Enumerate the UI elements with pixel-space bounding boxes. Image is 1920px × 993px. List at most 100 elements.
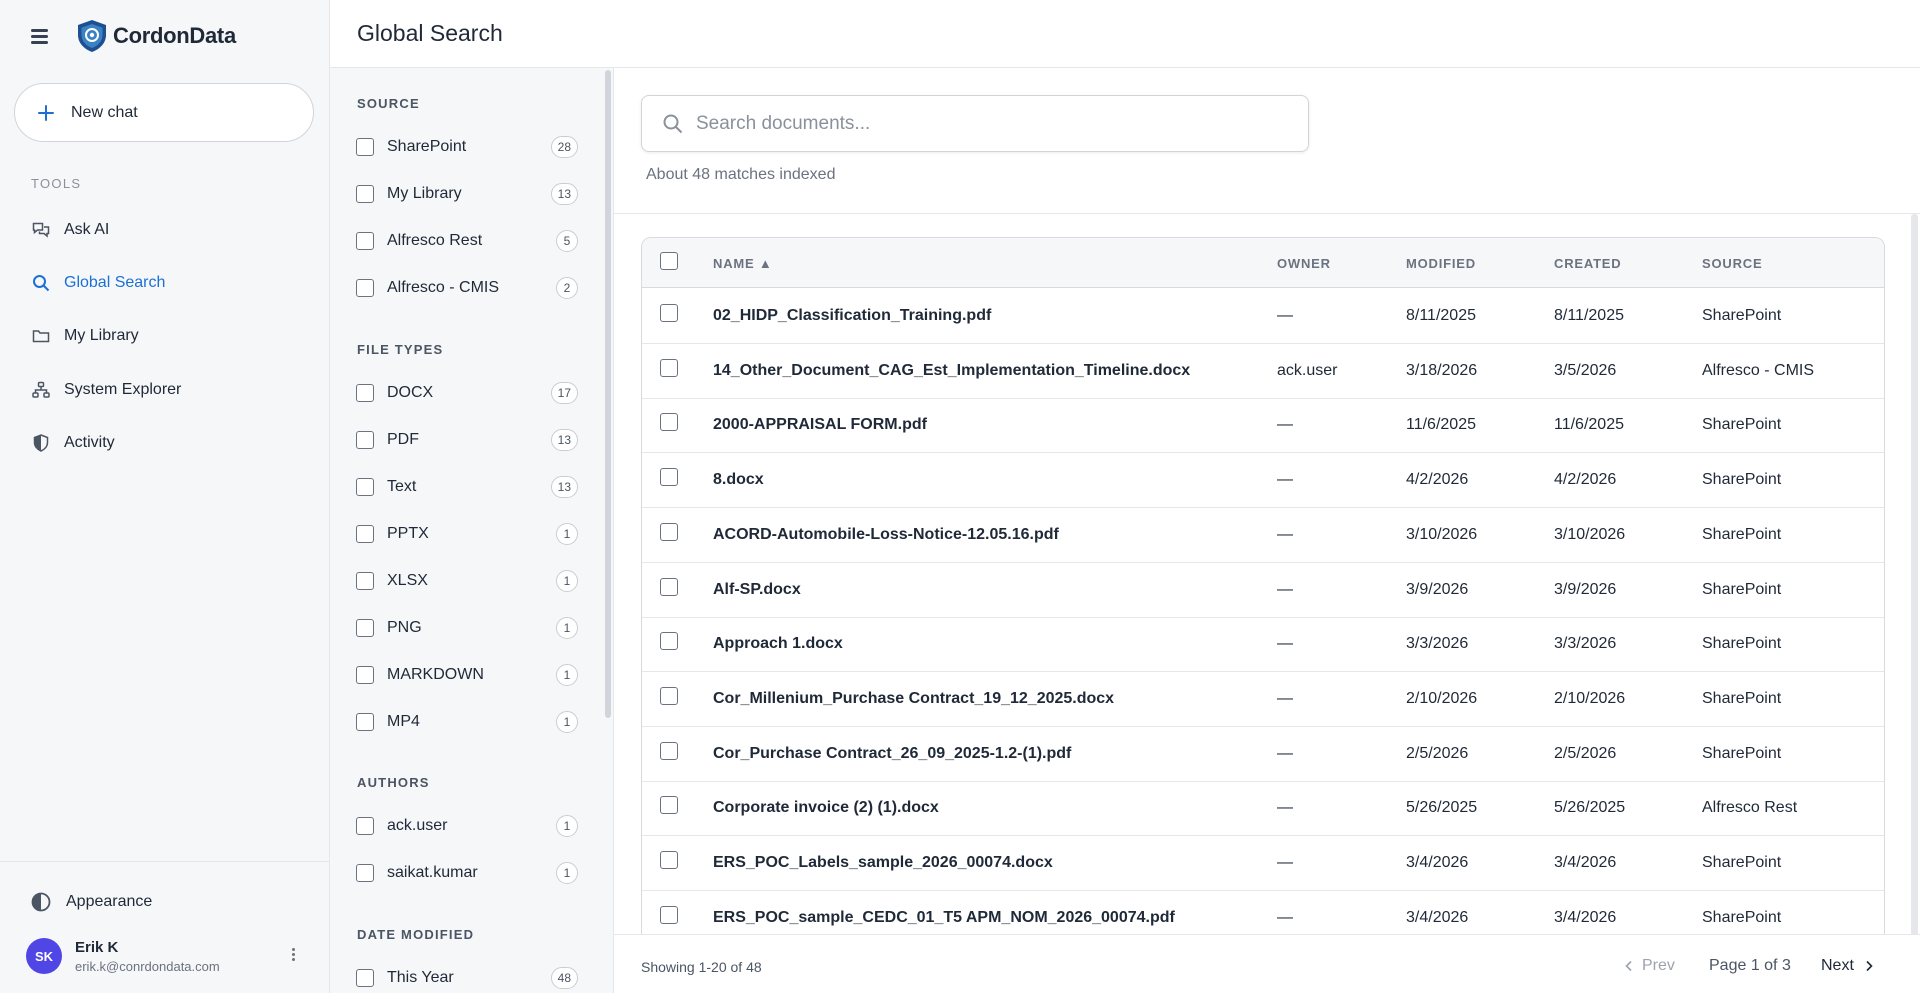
checkbox[interactable] — [356, 431, 374, 449]
row-checkbox[interactable] — [660, 632, 678, 651]
more-vertical-icon[interactable] — [289, 946, 297, 966]
checkbox[interactable] — [356, 478, 374, 496]
appearance-button[interactable]: Appearance — [14, 882, 314, 922]
cell-name[interactable]: Cor_Millenium_Purchase Contract_19_12_20… — [713, 690, 1114, 708]
sidebar-item-system-explorer[interactable]: System Explorer — [14, 368, 314, 412]
filter-option-text[interactable]: Text 13 — [356, 472, 578, 502]
checkbox[interactable] — [356, 713, 374, 731]
cell-name[interactable]: 02_HIDP_Classification_Training.pdf — [713, 307, 991, 325]
search-icon — [30, 272, 52, 294]
table-row[interactable]: Cor_Purchase Contract_26_09_2025-1.2-(1)… — [642, 727, 1884, 782]
filter-option-alfresco-cmis[interactable]: Alfresco - CMIS 2 — [356, 273, 578, 303]
column-header-modified[interactable]: MODIFIED — [1406, 256, 1476, 271]
table-row[interactable]: ERS_POC_Labels_sample_2026_00074.docx — 3/… — [642, 836, 1884, 891]
sidebar-item-global-search[interactable]: Global Search — [14, 261, 314, 305]
column-header-source[interactable]: SOURCE — [1702, 256, 1762, 271]
row-checkbox[interactable] — [660, 577, 678, 596]
cell-name[interactable]: Corporate invoice (2) (1).docx — [713, 799, 939, 817]
checkbox[interactable] — [356, 138, 374, 156]
column-header-created[interactable]: CREATED — [1554, 256, 1621, 271]
table-row[interactable]: Alf-SP.docx — 3/9/2026 3/9/2026 SharePoint — [642, 563, 1884, 618]
filter-option-alfresco-rest[interactable]: Alfresco Rest 5 — [356, 226, 578, 256]
cell-name[interactable]: 14_Other_Document_CAG_Est_Implementation… — [713, 362, 1190, 380]
results-scrollbar[interactable] — [1911, 214, 1918, 993]
row-checkbox[interactable] — [660, 851, 678, 869]
row-checkbox[interactable] — [660, 304, 678, 322]
cell-name[interactable]: Cor_Purchase Contract_26_09_2025-1.2-(1)… — [713, 745, 1071, 763]
cell-name[interactable]: ERS_POC_sample_CEDC_01_T5 APM_NOM_2026_0… — [713, 909, 1175, 927]
row-checkbox[interactable] — [660, 522, 678, 541]
prev-page-button[interactable]: Prev — [1622, 957, 1675, 975]
cell-name[interactable]: 8.docx — [713, 471, 764, 489]
row-checkbox[interactable] — [660, 358, 678, 377]
table-row[interactable]: Approach 1.docx — 3/3/2026 3/3/2026 SharePoi… — [642, 617, 1884, 673]
checkbox[interactable] — [356, 666, 374, 684]
cell-modified: 11/6/2025 — [1406, 416, 1476, 434]
checkbox[interactable] — [356, 572, 374, 590]
cell-name[interactable]: ERS_POC_Labels_sample_2026_00074.docx — [713, 854, 1053, 872]
sidebar-item-label: System Explorer — [64, 381, 182, 398]
hamburger-menu-icon[interactable] — [28, 24, 52, 48]
filter-option-png[interactable]: PNG 1 — [356, 613, 578, 643]
table-row[interactable]: 8.docx — 4/2/2026 4/2/2026 SharePoint — [642, 453, 1884, 509]
table-row[interactable]: Corporate invoice (2) (1).docx — 5/26/2025… — [642, 781, 1884, 837]
column-header-owner[interactable]: OWNER — [1277, 256, 1331, 271]
filter-option-xlsx[interactable]: XLSX 1 — [356, 566, 578, 596]
search-input[interactable] — [696, 112, 1276, 135]
checkbox[interactable] — [356, 817, 374, 835]
filter-option-my-library[interactable]: My Library 13 — [356, 179, 578, 209]
tools-heading: TOOLS — [31, 176, 82, 191]
cell-name[interactable]: 2000-APPRAISAL FORM.pdf — [713, 416, 927, 434]
sidebar-item-label: My Library — [64, 327, 139, 344]
filter-option-mp4[interactable]: MP4 1 — [356, 707, 578, 737]
select-all-checkbox[interactable] — [660, 252, 678, 270]
table-row[interactable]: 02_HIDP_Classification_Training.pdf — 8/11… — [642, 289, 1884, 344]
cell-name[interactable]: Alf-SP.docx — [713, 581, 801, 599]
appearance-label: Appearance — [66, 893, 153, 910]
table-row[interactable]: 14_Other_Document_CAG_Est_Implementation… — [642, 344, 1884, 399]
count-badge: 2 — [556, 277, 578, 299]
row-checkbox[interactable] — [660, 905, 678, 924]
filter-option-pptx[interactable]: PPTX 1 — [356, 519, 578, 549]
cell-name[interactable]: Approach 1.docx — [713, 635, 843, 653]
table-row[interactable]: Cor_Millenium_Purchase Contract_19_12_20… — [642, 672, 1884, 727]
checkbox[interactable] — [356, 969, 374, 987]
row-checkbox[interactable] — [660, 796, 678, 815]
sidebar-item-activity[interactable]: Activity — [14, 421, 314, 465]
cell-modified: 3/4/2026 — [1406, 908, 1469, 926]
row-checkbox[interactable] — [660, 686, 678, 705]
row-checkbox[interactable] — [660, 413, 678, 432]
checkbox[interactable] — [356, 619, 374, 637]
cell-created: 3/4/2026 — [1554, 908, 1617, 926]
filter-scrollbar[interactable] — [605, 70, 611, 718]
sidebar-item-my-library[interactable]: My Library — [14, 314, 314, 358]
filter-option-this-year[interactable]: This Year 48 — [356, 963, 578, 993]
checkbox[interactable] — [356, 279, 374, 297]
row-checkbox[interactable] — [660, 468, 678, 487]
checkbox[interactable] — [356, 185, 374, 203]
new-chat-button[interactable]: New chat — [14, 83, 314, 142]
filter-option-ack-user[interactable]: ack.user 1 — [356, 811, 578, 841]
checkbox[interactable] — [356, 384, 374, 402]
table-row[interactable]: 2000-APPRAISAL FORM.pdf — 11/6/2025 11/6/20… — [642, 398, 1884, 454]
sidebar-item-ask-ai[interactable]: Ask AI — [14, 208, 314, 252]
filter-label: ack.user — [387, 817, 448, 834]
search-box[interactable] — [641, 95, 1309, 152]
filter-option-sharepoint[interactable]: SharePoint 28 — [356, 132, 578, 162]
next-page-button[interactable]: Next — [1821, 957, 1876, 975]
filter-option-markdown[interactable]: MARKDOWN 1 — [356, 660, 578, 690]
filter-option-docx[interactable]: DOCX 17 — [356, 378, 578, 408]
filter-option-saikat-kumar[interactable]: saikat.kumar 1 — [356, 858, 578, 888]
table-row[interactable]: ACORD-Automobile-Loss-Notice-12.05.16.pd… — [642, 508, 1884, 563]
cell-owner: — — [1277, 525, 1293, 543]
cell-modified: 2/10/2026 — [1406, 689, 1478, 707]
row-checkbox[interactable] — [660, 741, 678, 760]
cell-owner: — — [1277, 416, 1293, 434]
avatar[interactable]: SK — [26, 938, 62, 974]
cell-name[interactable]: ACORD-Automobile-Loss-Notice-12.05.16.pd… — [713, 526, 1059, 544]
filter-option-pdf[interactable]: PDF 13 — [356, 425, 578, 455]
checkbox[interactable] — [356, 864, 374, 882]
checkbox[interactable] — [356, 525, 374, 543]
checkbox[interactable] — [356, 232, 374, 250]
column-header-name[interactable]: NAME ▲ — [713, 256, 773, 271]
